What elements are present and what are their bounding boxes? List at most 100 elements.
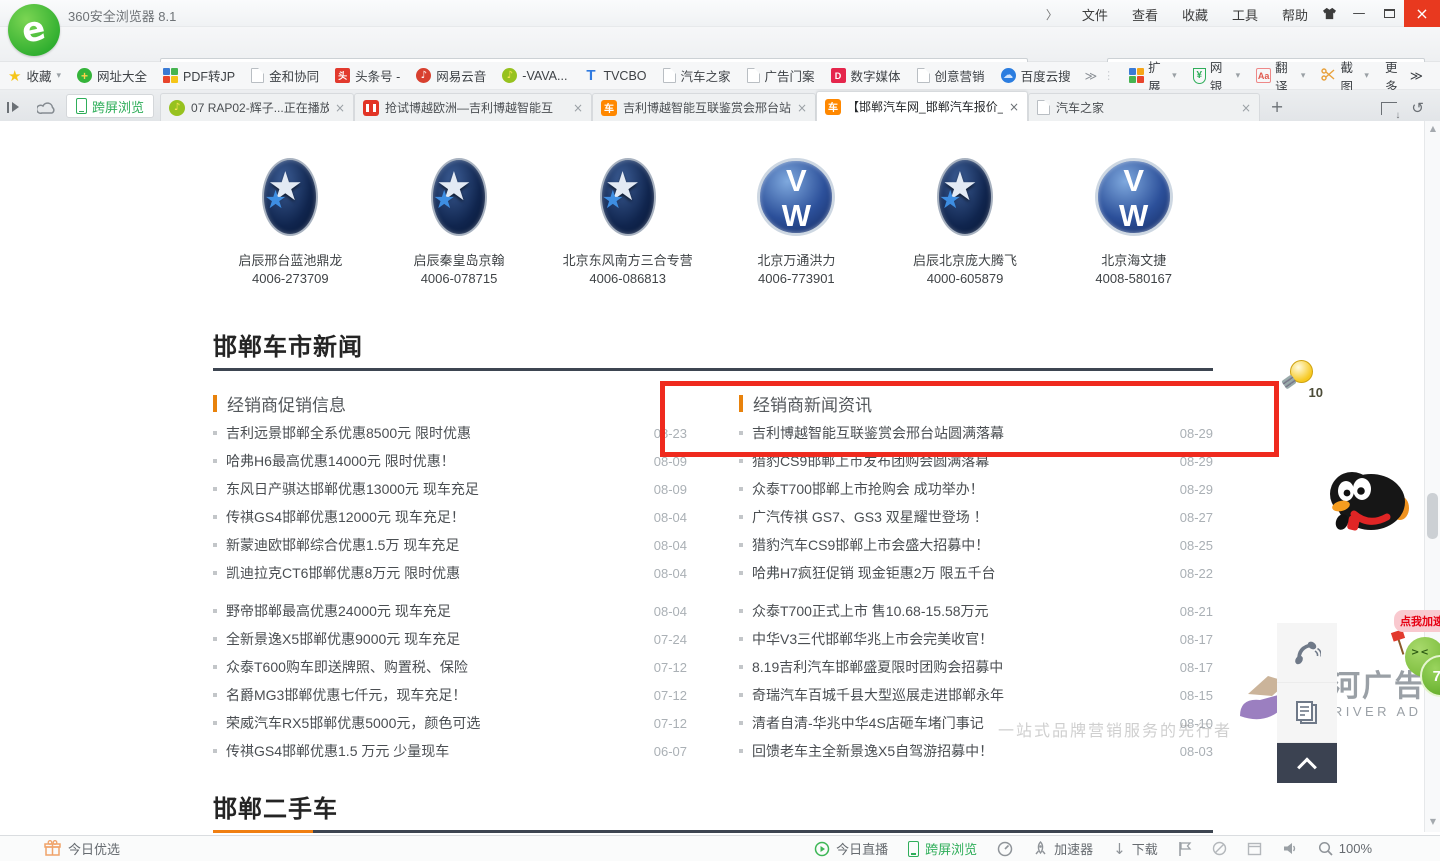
news-item[interactable]: 野帝邯郸最高优惠24000元 现车充足08-04 xyxy=(213,597,687,625)
dealer-name[interactable]: 启辰秦皇岛京翰 xyxy=(414,252,505,270)
news-item[interactable]: 中华V3三代邯郸华兆上市会完美收官！08-17 xyxy=(739,625,1213,653)
menu-help[interactable]: 帮助 xyxy=(1282,5,1308,24)
report-flag-icon[interactable] xyxy=(1178,841,1192,857)
menu-file[interactable]: 文件 xyxy=(1082,5,1108,24)
news-item[interactable]: 东风日产骐达邯郸优惠13000元 现车充足08-09 xyxy=(213,475,687,503)
news-item-title[interactable]: 哈弗H7疯狂促销 现金钜惠2万 限五千台 xyxy=(752,563,1170,583)
news-item[interactable]: 众泰T600购车即送牌照、购置税、保险07-12 xyxy=(213,653,687,681)
news-item-title[interactable]: 众泰T700正式上市 售10.68-15.58万元 xyxy=(752,601,1170,621)
extensions-button[interactable]: 扩展▾ xyxy=(1122,57,1184,95)
news-item-title[interactable]: 名爵MG3邯郸优惠七仟元，现车充足！ xyxy=(226,685,644,705)
news-item[interactable]: 哈弗H6最高优惠14000元 限时优惠！08-09 xyxy=(213,447,687,475)
news-item[interactable]: 众泰T700邯郸上市抢购会 成功举办！08-29 xyxy=(739,475,1213,503)
bookmark-autohome[interactable]: 汽车之家 xyxy=(655,62,739,89)
more-button[interactable]: 更多≫ xyxy=(1378,57,1430,95)
dealer-name[interactable]: 北京海文捷 xyxy=(1101,252,1166,270)
news-item[interactable]: 哈弗H7疯狂促销 现金钜惠2万 限五千台08-22 xyxy=(739,559,1213,587)
dealer-name[interactable]: 北京东风南方三合专营 xyxy=(563,252,693,270)
news-item-title[interactable]: 新蒙迪欧邯郸综合优惠1.5万 现车充足 xyxy=(226,535,644,555)
dealer-name[interactable]: 启辰邢台蓝池鼎龙 xyxy=(238,252,342,270)
close-button[interactable]: × xyxy=(1404,0,1440,27)
bookmark-toutiao[interactable]: 头头条号 - xyxy=(327,62,408,89)
cross-screen-status-button[interactable]: 跨屏浏览 xyxy=(908,839,977,858)
dealer-card[interactable]: VW 北京万通洪力 4006-773901 xyxy=(712,157,881,288)
tab-close-icon[interactable]: × xyxy=(797,101,807,115)
news-item[interactable]: 全新景逸X5邯郸优惠9000元 现车充足07-24 xyxy=(213,625,687,653)
dealer-card[interactable]: ★★ 北京东风南方三合专营 4006-086813 xyxy=(543,157,712,288)
tab-music[interactable]: ♪ 07 RAP02-辉子...正在播放 中巨× xyxy=(160,93,354,121)
tab-autohome[interactable]: 汽车之家× xyxy=(1028,93,1260,121)
tip-bulb-icon[interactable]: 10 xyxy=(1281,360,1323,398)
news-item-title[interactable]: 东风日产骐达邯郸优惠13000元 现车充足 xyxy=(226,479,644,499)
news-item[interactable]: 回馈老车主全新景逸X5自驾游招募中！08-03 xyxy=(739,737,1213,765)
screenshot-button[interactable]: 截图▾ xyxy=(1314,57,1376,95)
qq-penguin-mascot[interactable] xyxy=(1326,460,1410,539)
menu-collapse-icon[interactable]: 〉 xyxy=(1046,6,1058,23)
bookmark-pdf[interactable]: PDF转JP xyxy=(155,62,243,89)
news-item-title[interactable]: 广汽传祺 GS7、GS3 双星耀世登场 ！ xyxy=(752,507,1170,527)
news-item-title[interactable]: 回馈老车主全新景逸X5自驾游招募中！ xyxy=(752,741,1170,761)
reopen-closed-tab-icon[interactable] xyxy=(1381,102,1397,115)
bookmark-vava[interactable]: ♪-VAVA... xyxy=(494,62,575,89)
news-item-title[interactable]: 全新景逸X5邯郸优惠9000元 现车充足 xyxy=(226,629,644,649)
undo-icon[interactable]: ↺ xyxy=(1411,99,1424,117)
bookmark-baidu-cloud[interactable]: ☁百度云搜 xyxy=(993,62,1079,89)
news-item-title[interactable]: 野帝邯郸最高优惠24000元 现车充足 xyxy=(226,601,644,621)
adfilter-icon[interactable] xyxy=(1212,841,1227,856)
news-item-title[interactable]: 猎豹汽车CS9邯郸上市会盛大招募中！ xyxy=(752,535,1170,555)
scroll-down-icon[interactable]: ▼ xyxy=(1425,817,1440,826)
dealer-name[interactable]: 北京万通洪力 xyxy=(757,252,835,270)
news-item[interactable]: 凯迪拉克CT6邯郸优惠8万元 限时优惠08-04 xyxy=(213,559,687,587)
accelerator-button[interactable]: 加速器 xyxy=(1033,839,1093,858)
bookmark-guanggaomen[interactable]: 广告门案 xyxy=(739,62,823,89)
today-pick-button[interactable]: 今日优选 xyxy=(44,839,120,858)
news-item[interactable]: 新蒙迪欧邯郸综合优惠1.5万 现车充足08-04 xyxy=(213,531,687,559)
menu-favorites[interactable]: 收藏 xyxy=(1182,5,1208,24)
news-item[interactable]: 荣威汽车RX5邯郸优惠5000元，颜色可选07-12 xyxy=(213,709,687,737)
new-tab-button[interactable]: + xyxy=(1264,94,1290,118)
scrollbar-thumb[interactable] xyxy=(1427,493,1438,539)
dealer-name[interactable]: 启辰北京庞大腾飞 xyxy=(913,252,1017,270)
news-item[interactable]: 传祺GS4邯郸优惠1.5 万元 少量现车06-07 xyxy=(213,737,687,765)
phone-contact-button[interactable] xyxy=(1277,623,1337,683)
cross-screen-button[interactable]: 跨屏浏览 xyxy=(66,94,154,118)
bookmark-jinhe[interactable]: 金和协同 xyxy=(243,62,327,89)
news-item-title[interactable]: 荣威汽车RX5邯郸优惠5000元，颜色可选 xyxy=(226,713,644,733)
back-to-top-button[interactable] xyxy=(1277,743,1337,783)
bookmark-digital-media[interactable]: D数字媒体 xyxy=(823,62,909,89)
news-item[interactable]: 名爵MG3邯郸优惠七仟元，现车充足！07-12 xyxy=(213,681,687,709)
news-item[interactable]: 吉利远景邯郸全系优惠8500元 限时优惠08-23 xyxy=(213,419,687,447)
bookmark-wangzhidaquan[interactable]: +网址大全 xyxy=(69,62,155,89)
sound-icon[interactable] xyxy=(1282,841,1298,856)
sidebar-toggle-icon[interactable] xyxy=(0,93,30,121)
restore-button[interactable] xyxy=(1374,0,1404,27)
news-item-title[interactable]: 中华V3三代邯郸华兆上市会完美收官！ xyxy=(752,629,1170,649)
news-item-title[interactable]: 传祺GS4邯郸优惠1.5 万元 少量现车 xyxy=(226,741,644,761)
dealer-card[interactable]: VW 北京海文捷 4008-580167 xyxy=(1049,157,1218,288)
download-button[interactable]: ↓ 下载 xyxy=(1113,839,1158,858)
today-live-button[interactable]: 今日直播 xyxy=(814,839,888,858)
window-mode-icon[interactable] xyxy=(1247,842,1262,856)
bookmark-netease-music[interactable]: ♪网易云音 xyxy=(408,62,494,89)
netbank-button[interactable]: ¥网银▾ xyxy=(1186,57,1248,95)
news-item[interactable]: 众泰T700正式上市 售10.68-15.58万元08-21 xyxy=(739,597,1213,625)
browser-logo-icon[interactable]: e xyxy=(8,4,60,56)
dealer-card[interactable]: ★★ 启辰秦皇岛京翰 4006-078715 xyxy=(375,157,544,288)
tab-news-article[interactable]: 抢试博越欧洲—吉利博越智能互× xyxy=(354,93,592,121)
news-item-title[interactable]: 吉利远景邯郸全系优惠8500元 限时优惠 xyxy=(226,423,644,443)
news-item-title[interactable]: 众泰T600购车即送牌照、购置税、保险 xyxy=(226,657,644,677)
tab-close-icon[interactable]: × xyxy=(335,101,345,115)
news-item-title[interactable]: 众泰T700邯郸上市抢购会 成功举办！ xyxy=(752,479,1170,499)
news-item[interactable]: 奇瑞汽车百城千县大型巡展走进邯郸永年08-15 xyxy=(739,681,1213,709)
dealer-card[interactable]: ★★ 启辰邢台蓝池鼎龙 4006-273709 xyxy=(206,157,375,288)
tab-close-icon[interactable]: × xyxy=(1241,101,1251,115)
news-item-title[interactable]: 哈弗H6最高优惠14000元 限时优惠！ xyxy=(226,451,644,471)
news-item[interactable]: 猎豹汽车CS9邯郸上市会盛大招募中！08-25 xyxy=(739,531,1213,559)
cloud-sync-icon[interactable] xyxy=(30,93,64,121)
minimize-button[interactable]: — xyxy=(1344,0,1374,27)
scroll-up-icon[interactable]: ▲ xyxy=(1425,124,1440,133)
netspeed-dial-icon[interactable] xyxy=(997,841,1013,857)
favorites-button[interactable]: ★ 收藏 ▾ xyxy=(0,62,69,89)
bookmark-creative[interactable]: 创意营销 xyxy=(909,62,993,89)
speedup-tooltip[interactable]: 点我加速 xyxy=(1394,610,1440,632)
